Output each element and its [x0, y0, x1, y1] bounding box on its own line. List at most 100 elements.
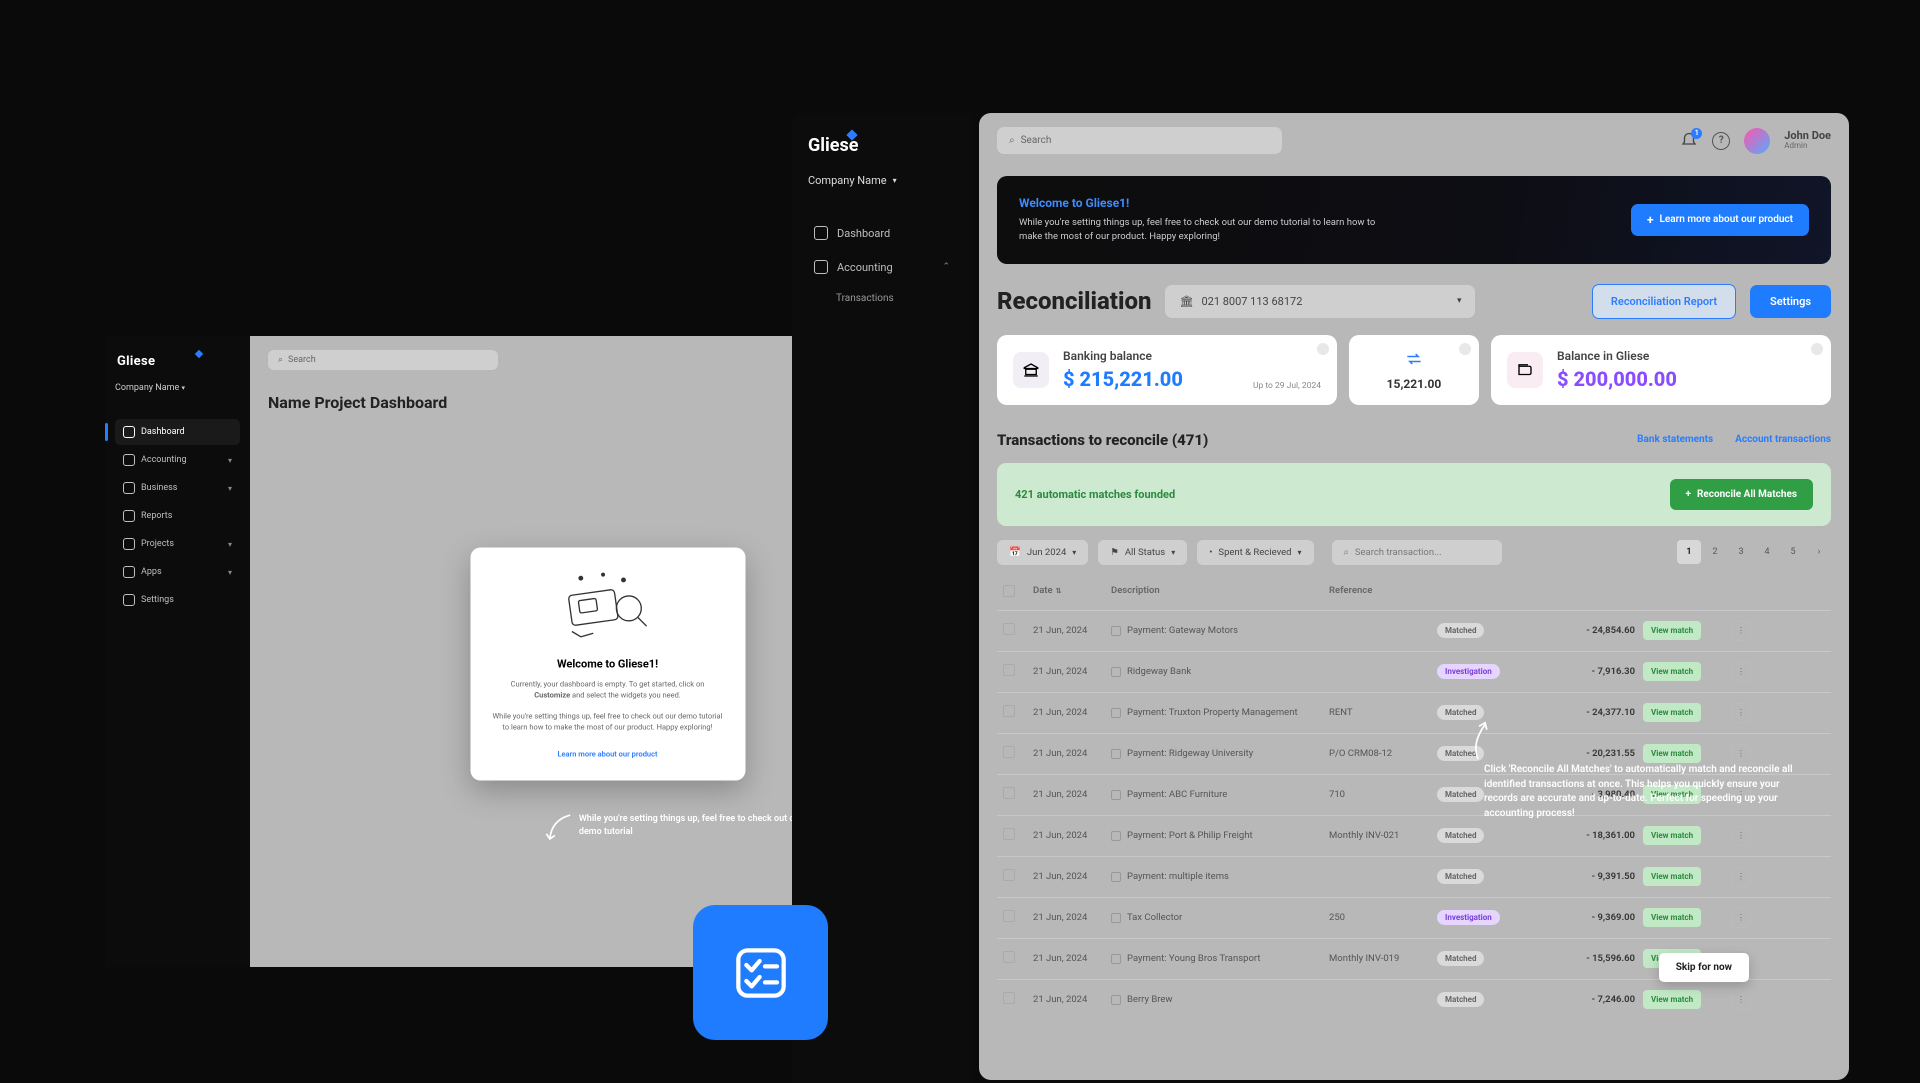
- sidebar-item-accounting[interactable]: Accounting⌃: [808, 251, 956, 283]
- entity-icon: [1111, 913, 1121, 923]
- row-checkbox[interactable]: [1003, 746, 1015, 758]
- search-icon: ⌕: [1009, 135, 1015, 146]
- row-checkbox[interactable]: [1003, 787, 1015, 799]
- view-match-button[interactable]: View match: [1643, 990, 1701, 1009]
- account-selector[interactable]: 🏛021 8007 113 68172▾: [1165, 285, 1475, 318]
- account-transactions-link[interactable]: Account transactions: [1735, 434, 1831, 445]
- cell-amount: - 20,231.55: [1525, 748, 1635, 759]
- help-icon[interactable]: ?: [1712, 132, 1730, 150]
- sidebar-item-business[interactable]: Business▾: [115, 475, 240, 501]
- row-checkbox[interactable]: [1003, 705, 1015, 717]
- page-3[interactable]: 3: [1729, 540, 1753, 564]
- sidebar-sub-transactions[interactable]: Transactions: [808, 285, 956, 312]
- close-icon[interactable]: [1459, 343, 1471, 355]
- skip-button[interactable]: Skip for now: [1659, 953, 1749, 982]
- sidebar-item-reports[interactable]: Reports: [115, 503, 240, 529]
- wallet-icon: [1507, 352, 1543, 388]
- cell-date: 21 Jun, 2024: [1033, 912, 1103, 923]
- row-checkbox[interactable]: [1003, 869, 1015, 881]
- page-4[interactable]: 4: [1755, 540, 1779, 564]
- page-1[interactable]: 1: [1677, 540, 1701, 564]
- row-checkbox[interactable]: [1003, 828, 1015, 840]
- type-filter[interactable]: •Spent & Recieved▾: [1197, 540, 1313, 565]
- sidebar-item-apps[interactable]: Apps▾: [115, 559, 240, 585]
- row-menu-button[interactable]: ⋮: [1731, 662, 1751, 682]
- page-next[interactable]: ›: [1807, 540, 1831, 564]
- learn-more-link[interactable]: Learn more about our product: [557, 750, 657, 759]
- cell-description: Payment: ABC Furniture: [1111, 789, 1321, 800]
- accounting-icon: [123, 454, 135, 466]
- company-selector[interactable]: Company Name ▾: [115, 383, 240, 393]
- business-icon: [123, 482, 135, 494]
- row-menu-button[interactable]: ⋮: [1731, 990, 1751, 1010]
- row-checkbox[interactable]: [1003, 910, 1015, 922]
- entity-icon: [1111, 626, 1121, 636]
- settings-button[interactable]: Settings: [1750, 285, 1831, 318]
- cell-reference: Monthly INV-019: [1329, 953, 1429, 964]
- app-tile-checklist[interactable]: [693, 905, 828, 1040]
- cell-reference: RENT: [1329, 707, 1429, 718]
- company-selector[interactable]: Company Name▾: [808, 174, 956, 187]
- plus-icon: +: [1686, 489, 1691, 500]
- cell-description: Payment: Port & Philip Freight: [1111, 830, 1321, 841]
- chevron-down-icon: ▾: [1298, 548, 1302, 557]
- status-badge: Matched: [1437, 623, 1484, 638]
- learn-more-button[interactable]: +Learn more about our product: [1631, 204, 1809, 236]
- reconcile-all-button[interactable]: +Reconcile All Matches: [1670, 479, 1813, 510]
- sidebar-item-settings[interactable]: Settings: [115, 587, 240, 613]
- row-menu-button[interactable]: ⋮: [1731, 867, 1751, 887]
- view-match-button[interactable]: View match: [1643, 703, 1701, 722]
- row-menu-button[interactable]: ⋮: [1731, 908, 1751, 928]
- view-match-button[interactable]: View match: [1643, 621, 1701, 640]
- cell-date: 21 Jun, 2024: [1033, 666, 1103, 677]
- avatar[interactable]: [1744, 128, 1770, 154]
- welcome-modal: Welcome to Gliese1! Currently, your dash…: [470, 548, 745, 781]
- chevron-down-icon: ▾: [1457, 296, 1462, 306]
- entity-icon: [1111, 790, 1121, 800]
- close-icon[interactable]: [1317, 343, 1329, 355]
- view-match-button[interactable]: View match: [1643, 826, 1701, 845]
- reconciliation-report-button[interactable]: Reconciliation Report: [1592, 284, 1736, 319]
- sidebar-item-dashboard[interactable]: Dashboard: [115, 419, 240, 445]
- status-badge: Matched: [1437, 992, 1484, 1007]
- status-filter[interactable]: ⚑All Status▾: [1098, 540, 1187, 565]
- search-input[interactable]: ⌕Search: [268, 350, 498, 370]
- onboarding-tip: While you're setting things up, feel fre…: [579, 813, 814, 839]
- row-checkbox[interactable]: [1003, 992, 1015, 1004]
- card-label: Banking balance: [1063, 349, 1183, 363]
- search-icon: ⌕: [1344, 547, 1349, 558]
- view-match-button[interactable]: View match: [1643, 744, 1701, 763]
- sidebar-item-accounting[interactable]: Accounting▾: [115, 447, 240, 473]
- row-checkbox[interactable]: [1003, 664, 1015, 676]
- row-menu-button[interactable]: ⋮: [1731, 744, 1751, 764]
- col-date[interactable]: Date⇅: [1033, 585, 1103, 600]
- section-title: Transactions to reconcile (471): [997, 431, 1208, 449]
- search-input[interactable]: ⌕Search: [997, 127, 1282, 154]
- sidebar-item-dashboard[interactable]: Dashboard: [808, 217, 956, 249]
- page-2[interactable]: 2: [1703, 540, 1727, 564]
- cell-description: Payment: Young Bros Transport: [1111, 953, 1321, 964]
- welcome-banner: Welcome to Gliese1! While you're setting…: [997, 176, 1831, 264]
- row-checkbox[interactable]: [1003, 951, 1015, 963]
- card-value: 15,221.00: [1387, 377, 1442, 391]
- dashboard-icon: [123, 426, 135, 438]
- select-all-checkbox[interactable]: [1003, 585, 1015, 597]
- row-checkbox[interactable]: [1003, 623, 1015, 635]
- modal-body-2: While you're setting things up, feel fre…: [492, 710, 723, 733]
- close-icon[interactable]: [1811, 343, 1823, 355]
- row-menu-button[interactable]: ⋮: [1731, 703, 1751, 723]
- date-filter[interactable]: 📅Jun 2024▾: [997, 540, 1088, 565]
- row-menu-button[interactable]: ⋮: [1731, 826, 1751, 846]
- row-menu-button[interactable]: ⋮: [1731, 621, 1751, 641]
- bank-statements-link[interactable]: Bank statements: [1637, 434, 1713, 445]
- cell-amount: - 7,916.30: [1525, 666, 1635, 677]
- transaction-search-input[interactable]: ⌕Search transaction...: [1332, 540, 1502, 565]
- view-match-button[interactable]: View match: [1643, 662, 1701, 681]
- bell-icon[interactable]: 1: [1680, 132, 1698, 150]
- onboarding-callout: Click 'Reconcile All Matches' to automat…: [1484, 763, 1794, 821]
- search-icon: ⌕: [278, 355, 283, 365]
- page-5[interactable]: 5: [1781, 540, 1805, 564]
- sidebar-item-projects[interactable]: Projects▾: [115, 531, 240, 557]
- view-match-button[interactable]: View match: [1643, 908, 1701, 927]
- view-match-button[interactable]: View match: [1643, 867, 1701, 886]
